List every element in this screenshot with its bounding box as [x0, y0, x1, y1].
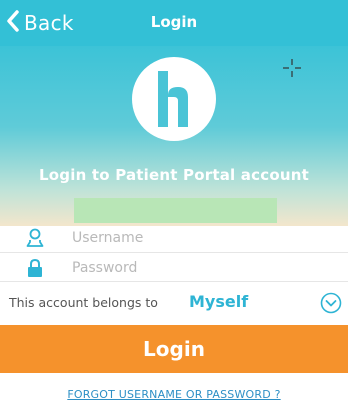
hero-banner: Login to Patient Portal account: [0, 46, 348, 226]
page-title: Login: [150, 13, 198, 31]
password-row: [0, 252, 348, 282]
chevron-down-circle-icon[interactable]: [320, 292, 342, 314]
status-banner: [74, 198, 277, 223]
login-button[interactable]: Login: [0, 325, 348, 373]
account-owner-select[interactable]: Myself: [189, 292, 248, 311]
hero-title: Login to Patient Portal account: [39, 166, 309, 184]
lock-icon: [28, 258, 42, 277]
forgot-credentials-link[interactable]: FORGOT USERNAME OR PASSWORD ?: [0, 388, 348, 401]
username-field[interactable]: [72, 226, 332, 250]
password-field[interactable]: [72, 256, 332, 280]
top-navbar: Back Login: [0, 0, 348, 46]
account-owner-label: This account belongs to: [9, 295, 158, 310]
account-owner-row: This account belongs to Myself: [0, 287, 348, 321]
username-row: [0, 223, 348, 253]
h-logo-icon: [132, 57, 216, 141]
user-icon: [26, 228, 44, 247]
crosshair-cursor-icon: [283, 59, 301, 77]
